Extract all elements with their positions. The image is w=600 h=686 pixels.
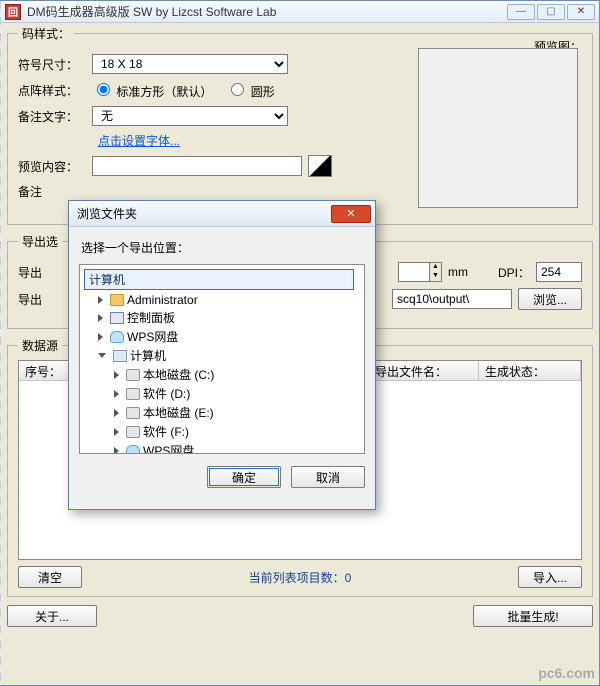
note-under-label: 备注	[18, 183, 86, 200]
dialog-body: 选择一个导出位置： 计算机 Administrator 控制面板 WPS网盘 计…	[69, 227, 375, 498]
dot-style-square[interactable]: 标准方形（默认）	[92, 80, 212, 100]
tree-item-drive-c[interactable]: 本地磁盘 (C:)	[114, 365, 362, 384]
folder-icon	[110, 294, 124, 306]
computer-icon	[113, 350, 127, 362]
expand-icon[interactable]	[114, 428, 119, 436]
dpi-input[interactable]	[536, 262, 582, 282]
expand-icon[interactable]	[114, 409, 119, 417]
app-icon: 回	[5, 4, 21, 20]
minimize-button[interactable]: —	[507, 4, 535, 20]
clear-button[interactable]: 清空	[18, 566, 82, 588]
about-button[interactable]: 关于...	[7, 605, 97, 627]
cloud-icon	[110, 331, 124, 343]
cloud-icon	[126, 445, 140, 455]
color-swatch[interactable]	[308, 155, 332, 177]
browse-folder-dialog: 浏览文件夹 ✕ 选择一个导出位置： 计算机 Administrator 控制面板…	[68, 200, 376, 510]
dot-style-circle-radio[interactable]	[231, 83, 244, 96]
folder-tree[interactable]: 计算机 Administrator 控制面板 WPS网盘 计算机 本地磁盘 (C…	[79, 264, 365, 454]
expand-icon[interactable]	[114, 447, 119, 455]
watermark: pc6.com	[538, 665, 595, 681]
status-text: 当前列表项目数：0	[90, 569, 510, 586]
drive-icon	[126, 369, 140, 381]
dialog-close-button[interactable]: ✕	[331, 205, 371, 223]
close-button[interactable]: ✕	[567, 4, 595, 20]
batch-generate-button[interactable]: 批量生成!	[473, 605, 593, 627]
tree-item-computer[interactable]: 计算机	[98, 346, 362, 365]
note-text-select[interactable]: 无	[92, 106, 288, 126]
window-buttons: — ▢ ✕	[507, 4, 595, 20]
mm-unit: mm	[448, 265, 468, 279]
col-filename[interactable]: 导出文件名：	[369, 361, 479, 380]
dialog-prompt: 选择一个导出位置：	[81, 239, 365, 256]
expand-icon[interactable]	[114, 390, 119, 398]
preview-content-input[interactable]	[92, 156, 302, 176]
font-link[interactable]: 点击设置字体...	[98, 132, 180, 149]
output-path-input[interactable]	[392, 289, 512, 309]
dot-style-circle[interactable]: 圆形	[226, 80, 274, 100]
symbol-size-select[interactable]: 18 X 18	[92, 54, 288, 74]
export-legend: 导出选	[18, 233, 62, 250]
preview-box	[418, 48, 578, 208]
browse-button[interactable]: 浏览...	[518, 288, 582, 310]
collapse-icon[interactable]	[98, 353, 106, 358]
tree-item-administrator[interactable]: Administrator	[98, 292, 362, 308]
tree-item-drive-d[interactable]: 软件 (D:)	[114, 384, 362, 403]
expand-icon[interactable]	[114, 371, 119, 379]
tree-item-wps[interactable]: WPS网盘	[98, 327, 362, 346]
dot-style-square-radio[interactable]	[97, 83, 110, 96]
import-button[interactable]: 导入...	[518, 566, 582, 588]
size-spinner-input[interactable]	[399, 263, 429, 281]
spinner-up-icon[interactable]: ▲	[429, 263, 441, 272]
col-status[interactable]: 生成状态：	[479, 361, 581, 380]
tree-item-wps-nested[interactable]: WPS网盘	[114, 441, 362, 454]
data-legend: 数据源	[18, 337, 62, 354]
tree-item-drive-f[interactable]: 软件 (F:)	[114, 422, 362, 441]
selected-path-input[interactable]: 计算机	[84, 269, 354, 290]
dpi-label: DPI：	[498, 264, 530, 281]
drive-icon	[126, 388, 140, 400]
export-line2-label: 导出	[18, 291, 42, 308]
export-line1-label: 导出	[18, 264, 42, 281]
drive-icon	[126, 426, 140, 438]
window-title: DM码生成器高级版 SW by Lizcst Software Lab	[27, 3, 507, 20]
tree-item-drive-e[interactable]: 本地磁盘 (E:)	[114, 403, 362, 422]
dialog-cancel-button[interactable]: 取消	[291, 466, 365, 488]
maximize-button[interactable]: ▢	[537, 4, 565, 20]
preview-content-label: 预览内容：	[18, 158, 86, 175]
note-text-label: 备注文字：	[18, 108, 86, 125]
symbol-size-label: 符号尺寸：	[18, 56, 86, 73]
titlebar: 回 DM码生成器高级版 SW by Lizcst Software Lab — …	[1, 1, 599, 23]
tree-item-control-panel[interactable]: 控制面板	[98, 308, 362, 327]
expand-icon[interactable]	[98, 333, 103, 341]
style-group: 码样式： 预览图： 符号尺寸： 18 X 18 点阵样式： 标准方形（默认） 圆…	[7, 25, 593, 225]
dot-style-label: 点阵样式：	[18, 82, 86, 99]
dialog-titlebar: 浏览文件夹 ✕	[69, 201, 375, 227]
drive-icon	[126, 407, 140, 419]
left-decorative-strip	[0, 1, 1, 685]
dialog-title: 浏览文件夹	[77, 205, 331, 222]
spinner-down-icon[interactable]: ▼	[429, 272, 441, 281]
expand-icon[interactable]	[98, 296, 103, 304]
expand-icon[interactable]	[98, 314, 103, 322]
style-legend: 码样式：	[18, 25, 74, 42]
dialog-ok-button[interactable]: 确定	[207, 466, 281, 488]
control-panel-icon	[110, 312, 124, 324]
size-spinner[interactable]: ▲▼	[398, 262, 442, 282]
